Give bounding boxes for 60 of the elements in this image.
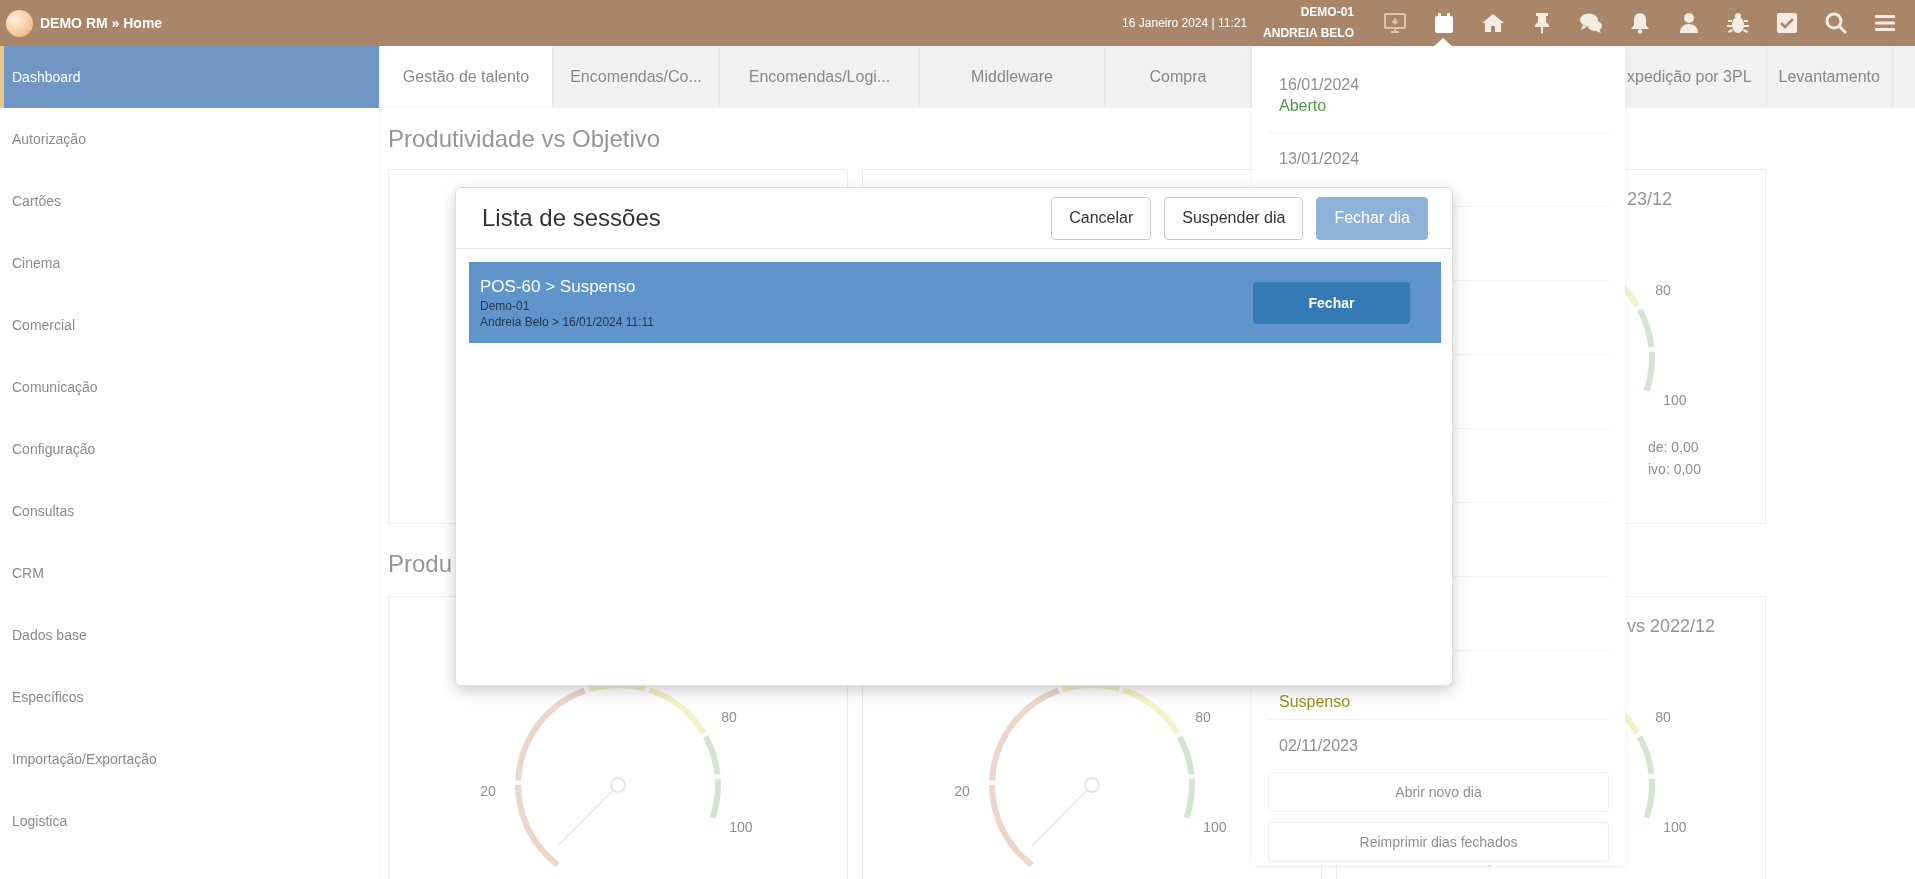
panel-button[interactable]: Abrir novo dia bbox=[1268, 772, 1609, 812]
gauge-tick-label: 80 bbox=[1655, 282, 1671, 299]
day-date: 13/01/2024 bbox=[1279, 149, 1360, 169]
gauge-tick-label: 20 bbox=[480, 782, 496, 799]
gauge-tick-label: 100 bbox=[729, 819, 753, 836]
sidebar-item[interactable]: Logistica bbox=[0, 790, 379, 852]
session-terminal: Demo-01 bbox=[480, 297, 531, 314]
chart-title: 23/12 bbox=[1627, 188, 1673, 210]
sidebar-item[interactable]: CRM bbox=[0, 542, 379, 604]
chat-icon[interactable] bbox=[1578, 11, 1603, 35]
sidebar-item[interactable]: Autorização bbox=[0, 108, 379, 170]
checkbox-icon[interactable] bbox=[1774, 11, 1799, 35]
terminal-name: DEMO-01 bbox=[1300, 4, 1354, 21]
day-date: 16/01/2024 bbox=[1279, 75, 1360, 95]
day-date: 02/11/2023 bbox=[1279, 736, 1358, 756]
dialog-button[interactable]: Cancelar bbox=[1051, 196, 1152, 240]
panel-button[interactable]: Reimprimir dias fechados bbox=[1268, 822, 1609, 862]
session-detail: Andreia Belo > 16/01/2024 11:11 bbox=[480, 313, 655, 330]
sidebar-item[interactable]: Dashboard bbox=[0, 46, 379, 108]
tab[interactable]: Middleware bbox=[920, 46, 1105, 107]
day-status: Suspenso bbox=[1279, 692, 1351, 712]
section-title: Produtividade vs Objetivo bbox=[388, 124, 661, 153]
tab[interactable]: Levantamento bbox=[1766, 46, 1893, 107]
sidebar-item[interactable]: Comunicação bbox=[0, 356, 379, 418]
dialog-title: Lista de sessões bbox=[482, 204, 661, 232]
chart-title: vs 2022/12 bbox=[1627, 615, 1716, 637]
bug-icon[interactable] bbox=[1725, 11, 1750, 35]
sidebar-item[interactable]: Cinema bbox=[0, 232, 379, 294]
gauge-tick-label: 80 bbox=[1655, 709, 1671, 726]
gauge-tick-label: 100 bbox=[1663, 392, 1687, 409]
sidebar-item[interactable]: Importação/Exportação bbox=[0, 728, 379, 790]
dialog-button[interactable]: Suspender dia bbox=[1164, 196, 1304, 240]
home-icon[interactable] bbox=[1480, 11, 1505, 35]
session-title: POS-60 > Suspenso bbox=[480, 275, 637, 298]
date-time: 16 Janeiro 2024 | 11:21 bbox=[1122, 16, 1248, 30]
gauge-tick-label: 100 bbox=[1663, 819, 1687, 836]
sidebar-item[interactable]: Cartões bbox=[0, 170, 379, 232]
tab[interactable]: Gestão de talento bbox=[380, 46, 553, 107]
breadcrumb-title: DEMO RM » Home bbox=[40, 15, 163, 31]
logo-icon bbox=[6, 9, 33, 37]
gauge-tick-label: 80 bbox=[721, 709, 737, 726]
tab[interactable]: Encomendas/Logi... bbox=[720, 46, 920, 107]
day-entry[interactable]: 16/01/2024 Aberto bbox=[1268, 59, 1609, 133]
sidebar-item[interactable]: Específicos bbox=[0, 666, 379, 728]
sidebar-item[interactable]: Configuração bbox=[0, 418, 379, 480]
session-row[interactable]: POS-60 > Suspenso Demo-01 Andreia Belo > 16/01/2024 11:11 Fechar bbox=[469, 262, 1441, 343]
sidebar-item[interactable]: Comercial bbox=[0, 294, 379, 356]
gauge-tick-label: 20 bbox=[954, 782, 970, 799]
close-session-button[interactable]: Fechar bbox=[1253, 281, 1410, 324]
user-name: ANDREIA BELO bbox=[1263, 25, 1354, 42]
stat-text: de: 0,00 bbox=[1648, 438, 1700, 457]
gauge-tick-label: 100 bbox=[1203, 819, 1227, 836]
sidebar-item[interactable]: Dados base bbox=[0, 604, 379, 666]
section-title: Produ bbox=[388, 550, 453, 578]
sidebar-item[interactable]: Consultas bbox=[0, 480, 379, 542]
gauge-tick-label: 80 bbox=[1195, 709, 1211, 726]
day-status: Aberto bbox=[1279, 96, 1327, 116]
stat-text: ivo: 0,00 bbox=[1648, 460, 1702, 479]
tab[interactable]: Encomendas/Co... bbox=[553, 46, 720, 107]
search-icon[interactable] bbox=[1823, 11, 1848, 35]
